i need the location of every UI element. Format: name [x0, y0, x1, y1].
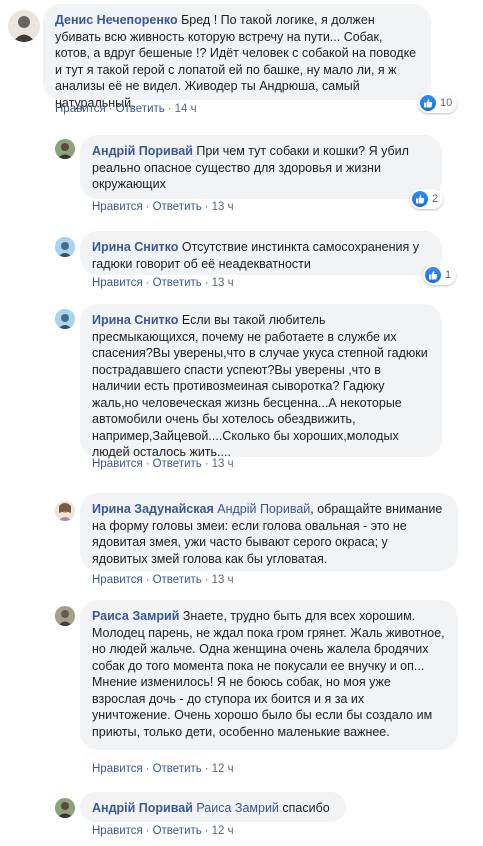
comment-bubble: Раиса Замрий Знаете, трудно быть для все…	[80, 600, 458, 750]
avatar-image	[55, 798, 75, 818]
like-button[interactable]: Нравится	[92, 458, 143, 470]
reply-button[interactable]: Ответить	[153, 277, 202, 289]
like-button[interactable]: Нравится	[92, 763, 143, 775]
reply-button[interactable]: Ответить	[153, 201, 202, 213]
comment-time[interactable]: 13 ч	[212, 277, 234, 289]
comment-0: Денис Нечепоренко Бред ! По такой логике…	[0, 0, 483, 125]
like-icon	[425, 267, 441, 283]
comment-2: Ирина Снитко Отсутствие инстинкта самосо…	[0, 225, 483, 295]
comment-time[interactable]: 13 ч	[212, 458, 234, 470]
reaction-count[interactable]: 2	[410, 189, 444, 209]
comment-author[interactable]: Денис Нечепоренко	[55, 13, 178, 27]
comment-author[interactable]: Ирина Снитко	[92, 240, 178, 254]
comment-bubble: Андрій Поривай При чем тут собаки и кошк…	[80, 135, 442, 199]
avatar[interactable]	[55, 501, 75, 521]
avatar[interactable]	[55, 606, 75, 626]
comment-bubble: Денис Нечепоренко Бред ! По такой логике…	[43, 4, 431, 110]
comment-author[interactable]: Андрій Поривай	[92, 144, 193, 158]
comment-author[interactable]: Ирина Снитко	[92, 313, 178, 327]
reaction-count[interactable]: 1	[423, 265, 457, 285]
reply-button[interactable]: Ответить	[153, 763, 202, 775]
avatar[interactable]	[55, 309, 75, 329]
comment-6: Андрій Поривай Раиса Замрий спасибо Нрав…	[0, 780, 483, 846]
comment-bubble: Ирина Задунайская Андрій Поривай, обраща…	[80, 493, 458, 571]
comment-time[interactable]: 12 ч	[212, 763, 234, 775]
like-icon	[420, 95, 436, 111]
avatar-image	[55, 606, 75, 626]
reply-button[interactable]: Ответить	[116, 103, 165, 115]
comment-time[interactable]: 13 ч	[212, 201, 234, 213]
reaction-number: 2	[432, 193, 439, 205]
comment-text: Если вы такой любитель пресмыкающихся, п…	[92, 313, 428, 459]
reply-button[interactable]: Ответить	[153, 574, 202, 586]
comment-actions: Нравится · Ответить · 13 ч	[92, 201, 234, 213]
comment-mention[interactable]: Раиса Замрий	[196, 801, 279, 815]
like-button[interactable]: Нравится	[92, 574, 143, 586]
comment-text: спасибо	[282, 801, 330, 815]
like-button[interactable]: Нравится	[92, 201, 143, 213]
comment-author[interactable]: Раиса Замрий	[92, 609, 179, 623]
avatar[interactable]	[55, 237, 75, 257]
comment-actions: Нравится · Ответить · 13 ч	[92, 574, 234, 586]
comment-mention[interactable]: Андрій Поривай	[217, 502, 310, 516]
avatar-image	[55, 237, 75, 257]
reaction-count[interactable]: 10	[418, 93, 458, 113]
like-button[interactable]: Нравится	[92, 277, 143, 289]
reaction-number: 10	[440, 97, 453, 109]
avatar-image	[55, 139, 75, 159]
avatar[interactable]	[55, 139, 75, 159]
avatar-image	[55, 501, 75, 521]
comment-bubble: Андрій Поривай Раиса Замрий спасибо	[80, 792, 346, 822]
comment-3: Ирина Снитко Если вы такой любитель прес…	[0, 295, 483, 485]
comment-author[interactable]: Ирина Задунайская	[92, 502, 214, 516]
comment-bubble: Ирина Снитко Отсутствие инстинкта самосо…	[80, 231, 442, 275]
reply-button[interactable]: Ответить	[153, 825, 202, 837]
comment-actions: Нравится · Ответить · 14 ч	[55, 103, 197, 115]
like-button[interactable]: Нравится	[55, 103, 106, 115]
like-button[interactable]: Нравится	[92, 825, 143, 837]
comment-time[interactable]: 13 ч	[212, 574, 234, 586]
avatar[interactable]	[8, 10, 40, 42]
reply-button[interactable]: Ответить	[153, 458, 202, 470]
comment-time[interactable]: 14 ч	[175, 103, 197, 115]
avatar[interactable]	[55, 798, 75, 818]
comment-1: Андрій Поривай При чем тут собаки и кошк…	[0, 125, 483, 225]
comment-text: Бред ! По такой логике, я должен убивать…	[55, 13, 417, 110]
like-icon	[412, 191, 428, 207]
reaction-number: 1	[445, 269, 452, 281]
comment-actions: Нравится · Ответить · 13 ч	[92, 458, 234, 470]
avatar-image	[55, 309, 75, 329]
avatar-image	[13, 16, 35, 42]
comment-actions: Нравится · Ответить · 12 ч	[92, 825, 234, 837]
comment-actions: Нравится · Ответить · 12 ч	[92, 763, 234, 775]
comment-5: Раиса Замрий Знаете, трудно быть для все…	[0, 590, 483, 780]
comment-time[interactable]: 12 ч	[212, 825, 234, 837]
comment-text: Знаете, трудно быть для всех хорошим. Мо…	[92, 609, 445, 739]
comment-4: Ирина Задунайская Андрій Поривай, обраща…	[0, 485, 483, 590]
comment-author[interactable]: Андрій Поривай	[92, 801, 193, 815]
comment-actions: Нравится · Ответить · 13 ч	[92, 277, 234, 289]
comment-bubble: Ирина Снитко Если вы такой любитель прес…	[80, 304, 442, 459]
